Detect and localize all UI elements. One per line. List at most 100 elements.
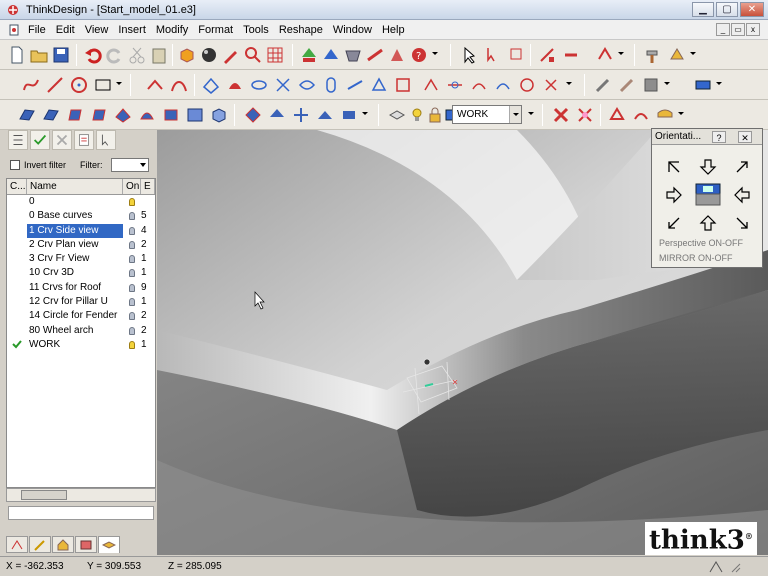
close-button[interactable]: ✕ — [740, 2, 764, 17]
circle-icon[interactable] — [68, 74, 90, 96]
menu-tools[interactable]: Tools — [238, 24, 274, 36]
save-icon[interactable] — [50, 44, 72, 66]
column-header-e[interactable]: E — [141, 179, 155, 194]
tab-tree[interactable] — [6, 536, 28, 553]
new-file-icon[interactable] — [6, 44, 28, 66]
layer-row[interactable]: 80 Wheel arch 2 — [7, 324, 155, 338]
transform-a-icon[interactable] — [606, 104, 628, 126]
surface-m-icon[interactable] — [492, 74, 514, 96]
grid-icon[interactable] — [264, 44, 286, 66]
column-header-name[interactable]: Name — [27, 179, 123, 194]
surface-o-icon[interactable] — [540, 74, 562, 96]
surface-e-icon[interactable] — [296, 74, 318, 96]
surface-j-icon[interactable] — [420, 74, 442, 96]
menu-format[interactable]: Format — [193, 24, 238, 36]
thinkdesign-app-icon[interactable] — [6, 3, 20, 17]
layer-row[interactable]: 1 Crv Side view 4 — [7, 223, 155, 238]
snap-icon[interactable] — [708, 560, 724, 574]
surface-l-icon[interactable] — [468, 74, 490, 96]
hammer-icon[interactable] — [642, 44, 664, 66]
workplane-d-icon[interactable] — [338, 104, 360, 126]
spline-icon[interactable] — [20, 74, 42, 96]
orient-right-icon[interactable] — [664, 185, 684, 205]
attribute-icon[interactable] — [594, 44, 616, 66]
zoom-find-icon[interactable] — [242, 44, 264, 66]
solid-box-icon[interactable] — [176, 44, 198, 66]
layer-row[interactable]: 3 Crv Fr View 1 — [7, 252, 155, 266]
column-header-color[interactable]: C... — [7, 179, 27, 194]
layer-visibility-bulb-icon[interactable] — [123, 224, 141, 238]
workplane-b-icon[interactable] — [290, 104, 312, 126]
menu-reshape[interactable]: Reshape — [274, 24, 328, 36]
layer-row[interactable]: 12 Crv for Pillar U 1 — [7, 295, 155, 309]
sphere-icon[interactable] — [198, 44, 220, 66]
view-cube-icon[interactable] — [208, 104, 230, 126]
layer-row[interactable]: WORK 1 — [7, 338, 155, 352]
perspective-toggle-button[interactable]: Perspective ON-OFF — [656, 237, 760, 250]
open-folder-icon[interactable] — [28, 44, 50, 66]
workplane-icon[interactable] — [242, 104, 264, 126]
layer-name-input[interactable] — [8, 506, 154, 520]
surface-h-icon[interactable] — [368, 74, 390, 96]
menu-modify[interactable]: Modify — [151, 24, 193, 36]
tab-materials[interactable] — [75, 536, 97, 553]
layer-stack-icon[interactable] — [386, 104, 408, 126]
delete-y-icon[interactable] — [574, 104, 596, 126]
document-icon[interactable] — [8, 24, 20, 36]
texture-icon[interactable] — [386, 44, 408, 66]
layer-visibility-bulb-icon[interactable] — [123, 209, 141, 223]
select-filter-icon[interactable] — [482, 44, 504, 66]
view-front-icon[interactable] — [40, 104, 62, 126]
layer-visibility-bulb-icon[interactable] — [123, 252, 141, 266]
layer-row[interactable]: 14 Circle for Fender 2 — [7, 309, 155, 323]
layer-props-icon[interactable] — [74, 130, 94, 150]
curve-edit-icon[interactable] — [168, 74, 190, 96]
layer-visibility-bulb-icon[interactable] — [123, 309, 141, 323]
layer-visibility-bulb-icon[interactable] — [123, 324, 141, 338]
surface-n-icon[interactable] — [516, 74, 538, 96]
surface-k-icon[interactable] — [444, 74, 466, 96]
curve-trim-icon[interactable] — [144, 74, 166, 96]
layer-pointer-icon[interactable] — [96, 130, 116, 150]
color-swatch-icon[interactable] — [640, 74, 662, 96]
select-arrow-icon[interactable] — [458, 44, 480, 66]
view-iso-icon[interactable] — [88, 104, 110, 126]
layer-row[interactable]: 10 Crv 3D 1 — [7, 266, 155, 280]
view-side-icon[interactable] — [64, 104, 86, 126]
menu-window[interactable]: Window — [328, 24, 377, 36]
column-header-on[interactable]: On — [123, 179, 141, 194]
view-bottom-icon[interactable] — [136, 104, 158, 126]
line-icon[interactable] — [44, 74, 66, 96]
orient-down-icon[interactable] — [698, 157, 718, 177]
mirror-toggle-button[interactable]: MIRROR ON-OFF — [656, 252, 760, 265]
minimize-button[interactable]: ▁ — [692, 2, 714, 17]
mdi-close-button[interactable]: x — [746, 23, 760, 36]
tab-house[interactable] — [52, 536, 74, 553]
restore-button[interactable]: ▢ — [716, 2, 738, 17]
tab-layers[interactable] — [98, 536, 120, 553]
orient-top-left-icon[interactable] — [664, 157, 684, 177]
layer-list-scrollbar[interactable] — [6, 488, 156, 502]
layer-visibility-bulb-icon[interactable] — [123, 195, 141, 209]
layer-visibility-bulb-icon[interactable] — [123, 295, 141, 309]
measure-icon[interactable] — [536, 44, 558, 66]
layer-row[interactable]: 2 Crv Plan view 2 — [7, 238, 155, 252]
surface-c-icon[interactable] — [248, 74, 270, 96]
surface-a-icon[interactable] — [200, 74, 222, 96]
surface-i-icon[interactable] — [392, 74, 414, 96]
filter-select[interactable] — [110, 158, 149, 172]
workplane-a-icon[interactable] — [266, 104, 288, 126]
layer-visibility-bulb-icon[interactable] — [123, 281, 141, 295]
mdi-restore-button[interactable]: ▭ — [731, 23, 745, 36]
orient-top-right-icon[interactable] — [732, 157, 752, 177]
layer-tree-icon[interactable] — [8, 130, 28, 150]
analysis-icon[interactable] — [560, 44, 582, 66]
view-left-icon[interactable] — [160, 104, 182, 126]
light-icon[interactable] — [342, 44, 364, 66]
active-layer-combo[interactable]: WORK — [452, 105, 522, 124]
menu-help[interactable]: Help — [377, 24, 410, 36]
orientation-help-button[interactable]: ? — [712, 131, 726, 143]
invert-filter-checkbox[interactable] — [10, 160, 20, 170]
scrollbar-thumb[interactable] — [21, 490, 67, 500]
delete-x-icon[interactable] — [550, 104, 572, 126]
